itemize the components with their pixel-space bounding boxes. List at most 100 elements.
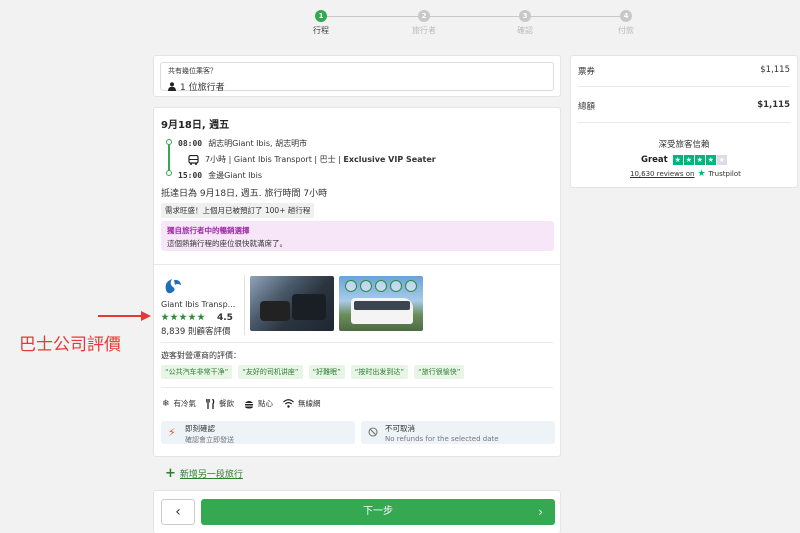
step-label: 行程 <box>313 26 329 35</box>
operator-name[interactable]: Giant Ibis Transp... <box>161 300 235 309</box>
snowflake-icon: ❄ <box>162 398 170 409</box>
step-label: 付款 <box>618 26 634 35</box>
bus-interior-photo[interactable] <box>250 276 334 331</box>
award-icon <box>345 280 357 292</box>
seat-shape <box>292 294 326 320</box>
amenities-list: ❄ 有冷氣 餐飲 點心 無線網 <box>162 398 321 409</box>
trustpilot-reviews-link[interactable]: 10,630 reviews on ★ Trustpilot <box>630 169 741 179</box>
bus-info-row: 7小時 | Giant Ibis Transport | 巴士 | Exclus… <box>188 154 436 165</box>
step-travelers: 2 旅行者 <box>394 10 454 36</box>
award-icon <box>390 280 402 292</box>
trip-card: 9月18日, 週五 08:00 胡志明Giant Ibis, 胡志明市 7小時 … <box>153 107 561 457</box>
wifi-icon <box>283 399 294 408</box>
divider <box>578 122 790 123</box>
divider <box>154 264 560 265</box>
passenger-question: 共有幾位乘客？ <box>168 67 217 75</box>
departure-place: 胡志明Giant Ibis, 胡志明市 <box>208 139 308 148</box>
star-icon: ★ <box>705 155 716 165</box>
star-icon <box>161 313 169 321</box>
promo-banner: 獨自旅行者中的暢銷選擇 這個熱銷行程的座位很快就滿席了。 <box>161 221 554 251</box>
progress-stepper: 1 行程 2 旅行者 3 確認 4 付款 <box>300 10 646 40</box>
policy-subtitle: No refunds for the selected date <box>385 435 499 443</box>
no-cancel-icon <box>368 427 378 437</box>
amenity-label: 餐飲 <box>219 399 235 408</box>
operator-rating: 4.5 <box>217 313 233 323</box>
trustpilot-stars: ★ ★ ★ ★ ★ <box>672 155 727 165</box>
review-tag: “友好的司机讲座” <box>238 365 303 379</box>
promo-text: 這個熱銷行程的座位很快就滿席了。 <box>167 239 287 248</box>
add-trip-label: 新增另一段旅行 <box>179 470 243 480</box>
next-button-label: 下一步 <box>363 506 393 517</box>
divider <box>161 387 553 388</box>
policy-title: 即刻確認 <box>185 424 215 433</box>
lightning-icon: ⚡ <box>168 426 176 439</box>
add-trip-link[interactable]: + 新增另一段旅行 <box>165 466 243 481</box>
policy-subtitle: 確認會立即發送 <box>185 436 234 444</box>
star-icon <box>197 313 205 321</box>
review-tag: “旅行很愉快” <box>414 365 465 379</box>
amenity-label: 有冷氣 <box>173 399 197 408</box>
award-icon <box>360 280 372 292</box>
arrival-row: 15:00 金邊Giant Ibis <box>178 170 262 181</box>
reviews-heading: 遊客對營運商的評價： <box>161 351 241 360</box>
trust-rating-word: Great <box>641 155 668 165</box>
divider <box>578 86 790 87</box>
trustpilot-star-icon: ★ <box>697 169 706 179</box>
back-button[interactable]: ‹ <box>161 499 195 525</box>
amenity-food: 餐飲 <box>206 398 234 409</box>
amenity-label: 點心 <box>258 399 274 408</box>
divider <box>161 342 553 343</box>
demand-badge: 需求旺盛！上個月已被預訂了 100+ 趟行程 <box>161 203 315 218</box>
trip-date: 9月18日, 週五 <box>161 120 230 131</box>
step-number: 1 <box>315 10 327 22</box>
step-itinerary: 1 行程 <box>291 10 351 36</box>
amenity-wifi: 無線網 <box>283 398 321 409</box>
total-row: 總額 $1,115 <box>578 100 790 112</box>
annotation-label: 巴士公司評價 <box>19 335 121 355</box>
star-icon: ★ <box>672 155 683 165</box>
star-empty-icon: ★ <box>716 155 727 165</box>
seat-shape <box>260 301 290 321</box>
bus-window <box>354 301 410 310</box>
divider <box>244 275 245 335</box>
arrival-dot <box>166 170 172 176</box>
trustpilot-rating: Great ★ ★ ★ ★ ★ <box>641 155 727 165</box>
review-tag: “好難眠” <box>308 365 345 379</box>
step-number: 3 <box>519 10 531 22</box>
trust-title: 深受旅客信賴 <box>658 140 710 150</box>
step-number: 4 <box>620 10 632 22</box>
trust-review-count: 10,630 reviews on <box>630 170 695 178</box>
promo-title: 獨自旅行者中的暢銷選擇 <box>167 226 250 235</box>
bottom-nav: ‹ 下一步 › <box>153 490 561 533</box>
ticket-value: $1,115 <box>760 65 790 75</box>
passenger-selector[interactable]: 共有幾位乘客？ 1 位旅行者 <box>160 62 554 93</box>
policy-title: 不可取消 <box>385 424 415 433</box>
bus-exterior-photo[interactable] <box>339 276 423 331</box>
step-label: 確認 <box>517 26 533 35</box>
passenger-card: 共有幾位乘客？ 1 位旅行者 <box>153 55 561 97</box>
award-icon <box>375 280 387 292</box>
arrival-time: 15:00 <box>178 171 203 180</box>
snack-icon <box>245 400 254 408</box>
operator-logo-icon <box>165 279 181 294</box>
step-number: 2 <box>418 10 430 22</box>
departure-dot <box>166 139 172 145</box>
operator-review-count[interactable]: 8,839 則顧客評價 <box>161 325 231 337</box>
amenity-snacks: 點心 <box>244 398 273 409</box>
review-tag: “按时出发到达” <box>350 365 409 379</box>
chevron-right-icon: › <box>538 505 543 519</box>
award-icon <box>405 280 417 292</box>
step-label: 旅行者 <box>412 26 436 35</box>
utensils-icon <box>206 398 215 409</box>
next-button[interactable]: 下一步 › <box>201 499 555 525</box>
star-icon <box>170 313 178 321</box>
operator-stars <box>161 313 205 321</box>
plus-icon: + <box>165 466 176 481</box>
arrival-place: 金邊Giant Ibis <box>208 171 262 180</box>
bus-info: 7小時 | Giant Ibis Transport | 巴士 | <box>205 155 344 164</box>
price-summary-card: 票券 $1,115 總額 $1,115 深受旅客信賴 Great ★ ★ ★ ★… <box>570 55 798 188</box>
total-value: $1,115 <box>757 100 790 110</box>
step-confirm: 3 確認 <box>495 10 555 36</box>
annotation-arrow-icon <box>98 311 151 321</box>
amenity-label: 無線網 <box>298 399 321 408</box>
